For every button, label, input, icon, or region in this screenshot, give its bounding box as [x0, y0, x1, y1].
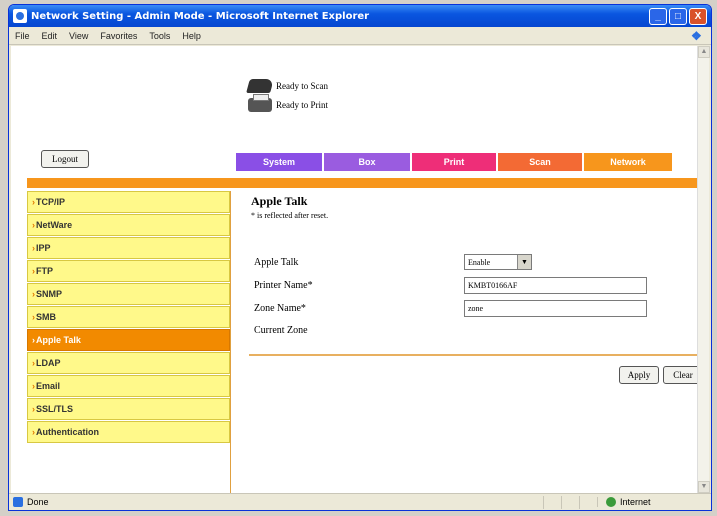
vertical-scrollbar[interactable]: ▲ ▼ [697, 46, 710, 493]
printer-name-row: Printer Name* KMBT0166AF [254, 275, 694, 295]
scroll-down-icon[interactable]: ▼ [698, 481, 710, 493]
sidebar-item-label: Email [36, 381, 61, 391]
status-text: Done [27, 497, 49, 507]
tab-box[interactable]: Box [324, 153, 410, 171]
printer-name-label: Printer Name* [254, 279, 313, 291]
printer-icon [248, 93, 272, 112]
arrow-icon: › [32, 335, 35, 345]
tab-network[interactable]: Network [584, 153, 672, 171]
menu-bar: File Edit View Favorites Tools Help ❖ [9, 27, 711, 45]
tab-print[interactable]: Print [412, 153, 496, 171]
menu-help[interactable]: Help [182, 31, 201, 41]
sidebar-item-label: TCP/IP [36, 197, 66, 207]
page-title: Apple Talk [251, 194, 308, 208]
apple-talk-row: Apple Talk Enable ▼ [254, 252, 694, 272]
sidebar-item-email[interactable]: ›Email [27, 375, 230, 397]
menu-edit[interactable]: Edit [42, 31, 58, 41]
page-content: Ready to Scan Ready to Print Logout Syst… [11, 46, 699, 493]
browser-window: Network Setting - Admin Mode - Microsoft… [8, 4, 712, 511]
arrow-icon: › [32, 243, 35, 253]
sidebar-item-ipp[interactable]: ›IPP [27, 237, 230, 259]
ie-icon [13, 9, 27, 23]
globe-icon [606, 497, 616, 507]
mode-tabs: System Box Print Scan Network [236, 153, 674, 171]
menu-favorites[interactable]: Favorites [100, 31, 137, 41]
title-bar: Network Setting - Admin Mode - Microsoft… [9, 5, 711, 27]
chevron-down-icon[interactable]: ▼ [517, 255, 531, 269]
sidebar-item-label: FTP [36, 266, 53, 276]
maximize-button[interactable]: □ [669, 7, 687, 25]
zone-name-field[interactable]: zone [464, 299, 647, 317]
sidebar-item-label: Apple Talk [36, 335, 81, 345]
arrow-icon: › [32, 358, 35, 368]
sidebar-item-ldap[interactable]: ›LDAP [27, 352, 230, 374]
reset-note: * is reflected after reset. [251, 211, 329, 220]
arrow-icon: › [32, 220, 35, 230]
security-zone: Internet [597, 497, 707, 507]
scroll-up-icon[interactable]: ▲ [698, 46, 710, 58]
apply-button[interactable]: Apply [619, 366, 659, 384]
status-divider [561, 495, 579, 509]
window-title: Network Setting - Admin Mode - Microsoft… [31, 10, 370, 22]
arrow-icon: › [32, 266, 35, 276]
sidebar-item-apple-talk[interactable]: ›Apple Talk [27, 329, 230, 351]
sidebar-item-label: IPP [36, 243, 51, 253]
menu-file[interactable]: File [15, 31, 30, 41]
sidebar-item-netware[interactable]: ›NetWare [27, 214, 230, 236]
sidebar-item-label: LDAP [36, 358, 61, 368]
sidebar-item-label: Authentication [36, 427, 99, 437]
close-button[interactable]: X [689, 7, 707, 25]
sidebar-item-tcpip[interactable]: ›TCP/IP [27, 191, 230, 213]
sidebar-item-label: SNMP [36, 289, 63, 299]
arrow-icon: › [32, 312, 35, 322]
printer-name-field[interactable]: KMBT0166AF [464, 276, 647, 294]
status-divider [579, 495, 597, 509]
arrow-icon: › [32, 404, 35, 414]
arrow-icon: › [32, 197, 35, 207]
zone-name-label: Zone Name* [254, 302, 306, 314]
zone-name-row: Zone Name* zone [254, 298, 694, 318]
zone-text: Internet [620, 497, 651, 507]
scanner-icon [246, 78, 274, 93]
menu-view[interactable]: View [69, 31, 88, 41]
current-zone-row: Current Zone [254, 320, 694, 340]
sidebar-item-label: NetWare [36, 220, 73, 230]
form-divider [249, 354, 699, 356]
status-divider [543, 495, 561, 509]
sidebar-item-label: SSL/TLS [36, 404, 74, 414]
logout-button[interactable]: Logout [41, 150, 89, 168]
sidebar-item-label: SMB [36, 312, 56, 322]
sidebar-item-ssl-tls[interactable]: ›SSL/TLS [27, 398, 230, 420]
sidebar-nav: ›TCP/IP ›NetWare ›IPP ›FTP ›SNMP ›SMB ›A… [27, 191, 231, 493]
sidebar-item-smb[interactable]: ›SMB [27, 306, 230, 328]
status-bar: Done Internet [9, 493, 711, 510]
header-band [27, 178, 699, 188]
sidebar-item-authentication[interactable]: ›Authentication [27, 421, 230, 443]
tab-system[interactable]: System [236, 153, 322, 171]
menu-tools[interactable]: Tools [149, 31, 170, 41]
print-status-text: Ready to Print [276, 99, 328, 110]
minimize-button[interactable]: _ [649, 7, 667, 25]
print-status-row: Ready to Print [248, 93, 328, 114]
page-icon [13, 497, 23, 507]
current-zone-label: Current Zone [254, 324, 308, 336]
clear-button[interactable]: Clear [663, 366, 699, 384]
device-status: Ready to Scan Ready to Print [246, 76, 328, 114]
apple-talk-label: Apple Talk [254, 256, 299, 268]
main-panel: Apple Talk * is reflected after reset. A… [249, 194, 699, 384]
windows-logo-icon: ❖ [691, 28, 702, 43]
apple-talk-value: Enable [468, 257, 491, 267]
scan-status-text: Ready to Scan [276, 80, 328, 91]
arrow-icon: › [32, 289, 35, 299]
sidebar-filler [27, 444, 230, 493]
tab-scan[interactable]: Scan [498, 153, 582, 171]
sidebar-item-ftp[interactable]: ›FTP [27, 260, 230, 282]
apple-talk-select[interactable]: Enable ▼ [464, 254, 532, 270]
arrow-icon: › [32, 427, 35, 437]
scan-status-row: Ready to Scan [246, 76, 328, 95]
sidebar-item-snmp[interactable]: ›SNMP [27, 283, 230, 305]
arrow-icon: › [32, 381, 35, 391]
